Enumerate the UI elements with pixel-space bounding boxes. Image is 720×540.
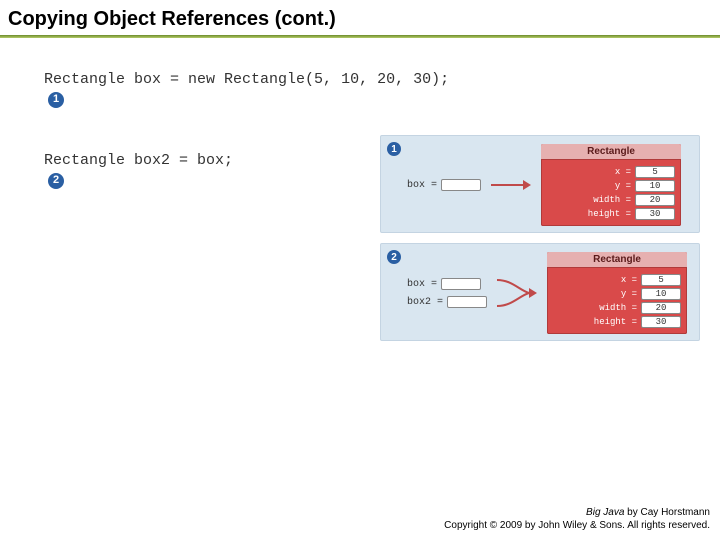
footer-author: by Cay Horstmann: [624, 507, 710, 518]
field-y-name: y =: [547, 181, 631, 191]
step-marker-2-icon: 2: [48, 173, 64, 189]
code-text-1: Rectangle box = new Rectangle(5, 10, 20,…: [44, 71, 449, 88]
var-box-label-2: box =: [407, 279, 437, 290]
var-box-ref-2: [441, 278, 481, 290]
diagram-panel-2: 2 box = box2 = Rectangle x =: [380, 243, 700, 341]
field-width-name: width =: [547, 195, 631, 205]
field-y-val-2: 10: [641, 288, 681, 300]
step-marker-1-icon: 1: [48, 92, 64, 108]
object-class-label: Rectangle: [541, 144, 681, 160]
var-list-1: box =: [407, 179, 481, 191]
diagram-area: 1 box = Rectangle x = 5 y = 10 width = 20 h…: [380, 135, 700, 351]
field-width-val: 20: [635, 194, 675, 206]
var-box-ref: [441, 179, 481, 191]
diagram-panel-1: 1 box = Rectangle x = 5 y = 10 width = 20 h…: [380, 135, 700, 233]
arrow-icon: [491, 160, 531, 210]
object-box-1: Rectangle x = 5 y = 10 width = 20 height = 3…: [541, 144, 681, 226]
field-x-name-2: x =: [553, 275, 637, 285]
double-arrow-icon: [497, 268, 537, 318]
panel-marker-1-icon: 1: [387, 142, 401, 156]
field-width-val-2: 20: [641, 302, 681, 314]
code-line-1: Rectangle box = new Rectangle(5, 10, 20,…: [8, 50, 720, 131]
title-rule: [0, 35, 720, 38]
var-box2-ref: [447, 296, 487, 308]
footer-book-title: Big Java: [586, 507, 624, 518]
object-class-label-2: Rectangle: [547, 252, 687, 268]
field-height-val-2: 30: [641, 316, 681, 328]
footer: Big Java by Cay Horstmann Copyright © 20…: [444, 506, 710, 532]
field-y-name-2: y =: [553, 289, 637, 299]
panel-marker-2-icon: 2: [387, 250, 401, 264]
object-box-2: Rectangle x = 5 y = 10 width = 20 height = 3…: [547, 252, 687, 334]
field-x-val: 5: [635, 166, 675, 178]
code-text-2: Rectangle box2 = box;: [44, 152, 233, 169]
var-box-label: box =: [407, 180, 437, 191]
field-height-name-2: height =: [553, 317, 637, 327]
var-box2-label: box2 =: [407, 297, 443, 308]
footer-copyright: Copyright © 2009 by John Wiley & Sons. A…: [444, 519, 710, 532]
field-height-val: 30: [635, 208, 675, 220]
field-width-name-2: width =: [553, 303, 637, 313]
slide-title: Copying Object References (cont.): [0, 0, 720, 35]
var-list-2: box = box2 =: [407, 278, 487, 308]
field-height-name: height =: [547, 209, 631, 219]
field-x-name: x =: [547, 167, 631, 177]
field-x-val-2: 5: [641, 274, 681, 286]
field-y-val: 10: [635, 180, 675, 192]
